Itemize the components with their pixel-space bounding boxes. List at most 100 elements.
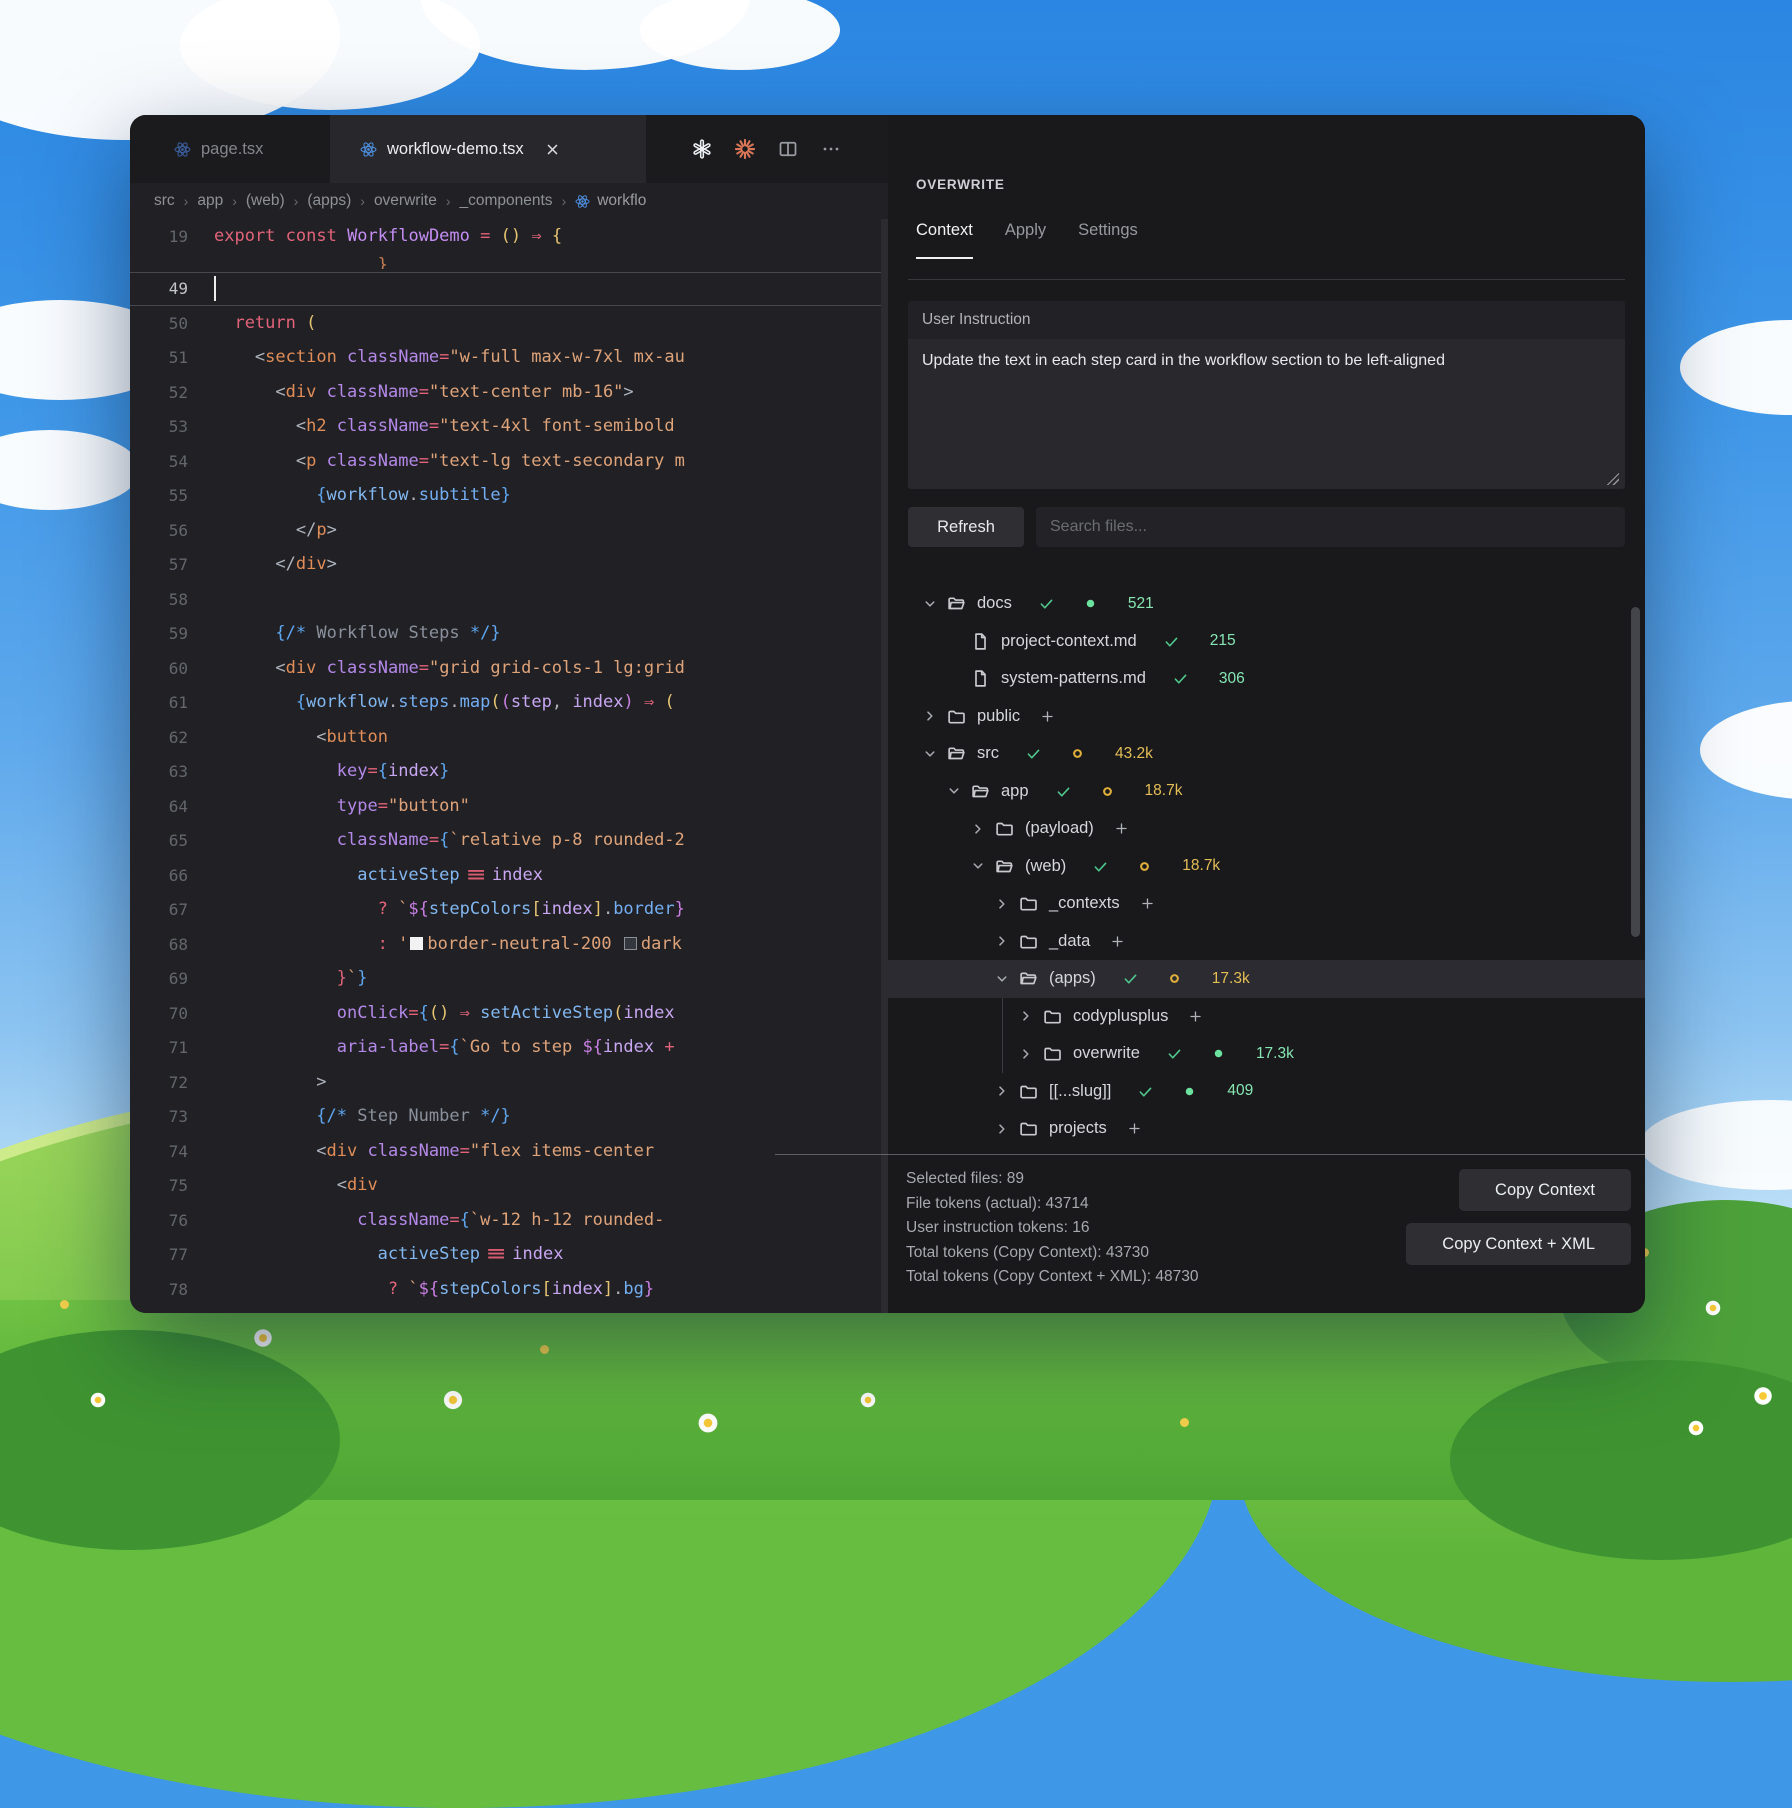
code-line[interactable]: 50return (	[130, 306, 888, 341]
chevron-right-icon[interactable]	[970, 821, 986, 837]
code-line[interactable]: 75<div	[130, 1169, 888, 1204]
tree-row-projects[interactable]: projects	[888, 1110, 1645, 1146]
tab-page-tsx[interactable]: page.tsx	[146, 115, 330, 183]
chevron-right-icon[interactable]	[1018, 1008, 1034, 1024]
chevron-down-icon[interactable]	[970, 858, 986, 874]
chevron-right-icon[interactable]	[994, 933, 1010, 949]
breadcrumb-item[interactable]: _components	[460, 192, 553, 210]
breadcrumb-item[interactable]: overwrite	[374, 192, 437, 210]
panel-scrollbar[interactable]	[1631, 607, 1640, 937]
breadcrumb-item[interactable]: app	[197, 192, 223, 210]
code-line[interactable]: 53<h2 className="text-4xl font-semibold	[130, 410, 888, 445]
breadcrumb-item[interactable]: (apps)	[307, 192, 351, 210]
tree-row-src[interactable]: src43.2k	[888, 735, 1645, 773]
copy-context-xml-button[interactable]: Copy Context + XML	[1406, 1223, 1631, 1265]
plus-icon[interactable]	[1110, 934, 1125, 949]
breadcrumb-item[interactable]: src	[154, 192, 175, 210]
tree-row-overwrite[interactable]: overwrite17.3k	[888, 1035, 1645, 1073]
tree-row-codyplusplus[interactable]: codyplusplus	[888, 998, 1645, 1036]
code-line[interactable]: 78? `${stepColors[index].bg}	[130, 1272, 888, 1307]
code-line[interactable]: 19export const WorkflowDemo = () ⇒ {	[130, 219, 888, 254]
line-text: className={`w-12 h-12 rounded-	[214, 1212, 664, 1229]
code-line[interactable]: 58	[130, 582, 888, 617]
tab-settings[interactable]: Settings	[1078, 221, 1138, 259]
code-line[interactable]: 70onClick={() ⇒ setActiveStep(index	[130, 996, 888, 1031]
editor-scrollbar[interactable]	[881, 219, 888, 1313]
tree-item-name: project-context.md	[1001, 632, 1137, 651]
code-line[interactable]: 57</div>	[130, 548, 888, 583]
code-line[interactable]: 65className={`relative p-8 rounded-2	[130, 824, 888, 859]
code-line[interactable]: 56</p>	[130, 513, 888, 548]
code-line[interactable]: 74<div className="flex items-center	[130, 1134, 888, 1169]
chevron-right-icon[interactable]	[994, 896, 1010, 912]
code-line[interactable]: 62<button	[130, 720, 888, 755]
copy-context-button[interactable]: Copy Context	[1459, 1169, 1631, 1211]
code-line[interactable]: 55{workflow.subtitle}	[130, 479, 888, 514]
code-line[interactable]: }	[130, 254, 888, 272]
code-line[interactable]: 67? `${stepColors[index].border}	[130, 893, 888, 928]
code-line[interactable]: 61{workflow.steps.map((step, index) ⇒ (	[130, 686, 888, 721]
tree-row-system-patterns-md[interactable]: system-patterns.md306	[888, 660, 1645, 698]
chevron-down-icon[interactable]	[922, 596, 938, 612]
tab-apply[interactable]: Apply	[1005, 221, 1046, 259]
line-text: key={index}	[214, 763, 449, 780]
included-dot-icon	[1182, 1084, 1197, 1099]
code-line[interactable]: 76className={`w-12 h-12 rounded-	[130, 1203, 888, 1238]
code-line[interactable]: 59{/* Workflow Steps */}	[130, 617, 888, 652]
tree-row-app[interactable]: app18.7k	[888, 773, 1645, 811]
chevron-down-icon[interactable]	[994, 971, 1010, 987]
breadcrumb-item-file[interactable]: workflo	[575, 192, 646, 210]
chevron-down-icon[interactable]	[922, 746, 938, 762]
code-line[interactable]: 51<section className="w-full max-w-7xl m…	[130, 341, 888, 376]
code-line[interactable]: 60<div className="grid grid-cols-1 lg:gr…	[130, 651, 888, 686]
code-line[interactable]: 72>	[130, 1065, 888, 1100]
tree-row--payload-[interactable]: (payload)	[888, 810, 1645, 848]
breadcrumb-item[interactable]: (web)	[246, 192, 285, 210]
code-editor[interactable]: 19export const WorkflowDemo = () ⇒ {}495…	[130, 219, 888, 1313]
tab-workflow-demo-tsx[interactable]: workflow-demo.tsx	[330, 115, 646, 183]
split-editor-icon[interactable]	[778, 139, 798, 159]
tree-row--apps-[interactable]: (apps)17.3k	[888, 960, 1645, 998]
chevron-right-icon[interactable]	[1018, 1046, 1034, 1062]
code-line[interactable]: 49	[130, 272, 888, 307]
tree-item-name: docs	[977, 594, 1012, 613]
plus-icon[interactable]	[1188, 1009, 1203, 1024]
code-line[interactable]: 66activeStep≡index	[130, 858, 888, 893]
chevron-right-icon[interactable]	[994, 1121, 1010, 1137]
code-line[interactable]: 68: 'border-neutral-200 dark	[130, 927, 888, 962]
tab-context[interactable]: Context	[916, 221, 973, 259]
claude-icon[interactable]	[735, 139, 755, 159]
code-line[interactable]: 54<p className="text-lg text-secondary m	[130, 444, 888, 479]
code-line[interactable]: 69}`}	[130, 962, 888, 997]
code-line[interactable]: 71aria-label={`Go to step ${index +	[130, 1031, 888, 1066]
plus-icon[interactable]	[1114, 821, 1129, 836]
plus-icon[interactable]	[1127, 1121, 1142, 1136]
openai-icon[interactable]	[692, 139, 712, 159]
line-number: 19	[130, 227, 188, 246]
chevron-right-icon[interactable]	[922, 708, 938, 724]
tree-row--contexts[interactable]: _contexts	[888, 885, 1645, 923]
code-line[interactable]: 63key={index}	[130, 755, 888, 790]
instruction-textarea[interactable]: Update the text in each step card in the…	[908, 339, 1625, 489]
close-icon[interactable]	[544, 141, 561, 158]
line-text: aria-label={`Go to step ${index +	[214, 1039, 685, 1056]
search-files-input[interactable]	[1036, 507, 1625, 547]
tree-row--web-[interactable]: (web)18.7k	[888, 848, 1645, 886]
plus-icon[interactable]	[1140, 896, 1155, 911]
more-icon[interactable]	[821, 139, 841, 159]
plus-icon[interactable]	[1040, 709, 1055, 724]
code-line[interactable]: 77activeStep≡index	[130, 1238, 888, 1273]
code-line[interactable]: 64type="button"	[130, 789, 888, 824]
tree-row-public[interactable]: public	[888, 698, 1645, 736]
chevron-down-icon[interactable]	[946, 783, 962, 799]
breadcrumb-separator: ›	[184, 193, 189, 209]
tree-row--data[interactable]: _data	[888, 923, 1645, 961]
chevron-right-icon[interactable]	[994, 1083, 1010, 1099]
resize-grip-icon[interactable]	[1607, 473, 1619, 485]
refresh-button[interactable]: Refresh	[908, 507, 1024, 547]
tree-row--slug-[interactable]: [[...slug]]409	[888, 1073, 1645, 1111]
tree-row-project-context-md[interactable]: project-context.md215	[888, 623, 1645, 661]
tree-row-docs[interactable]: docs521	[888, 585, 1645, 623]
code-line[interactable]: 52<div className="text-center mb-16">	[130, 375, 888, 410]
code-line[interactable]: 73{/* Step Number */}	[130, 1100, 888, 1135]
